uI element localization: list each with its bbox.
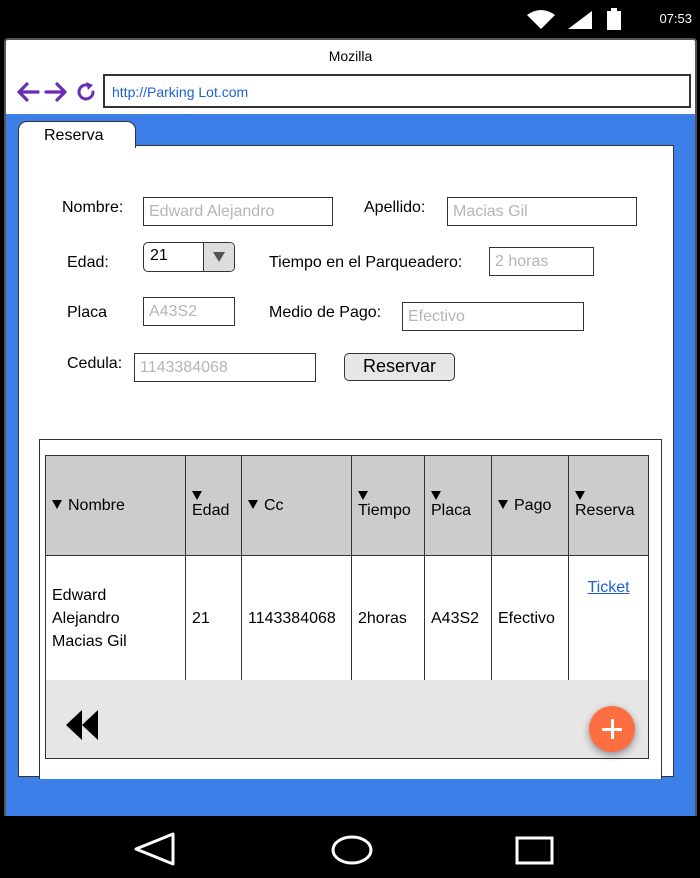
reservar-button[interactable]: Reservar xyxy=(344,353,455,381)
add-button[interactable] xyxy=(589,706,635,752)
cell-placa: A43S2 xyxy=(424,555,492,682)
sort-down-icon xyxy=(358,491,368,500)
placa-label: Placa xyxy=(67,304,108,321)
tab-reserva[interactable]: Reserva xyxy=(18,121,136,148)
column-header-cc[interactable]: Cc xyxy=(241,455,352,556)
cedula-input[interactable]: 1143384068 xyxy=(134,353,316,382)
cell-pago: Efectivo xyxy=(491,555,569,682)
nombre-label: Nombre: xyxy=(62,199,124,216)
arrow-left-icon[interactable] xyxy=(16,80,40,104)
chevron-down-icon[interactable] xyxy=(203,243,234,271)
battery-icon xyxy=(607,8,621,30)
home-icon[interactable] xyxy=(330,834,374,866)
status-bar: 07:53 xyxy=(0,0,700,36)
sort-down-icon xyxy=(575,491,585,500)
column-header-placa[interactable]: Placa xyxy=(424,455,492,556)
edad-select[interactable]: 21 xyxy=(143,242,235,272)
column-header-edad[interactable]: Edad xyxy=(185,455,242,556)
placa-input[interactable]: A43S2 xyxy=(143,297,235,326)
ticket-link[interactable]: Ticket xyxy=(587,579,629,596)
cell-tiempo: 2horas xyxy=(351,555,425,682)
tiempo-label: Tiempo en el Parqueadero: xyxy=(269,254,463,271)
sort-down-icon xyxy=(248,499,258,509)
back-icon[interactable] xyxy=(133,832,175,866)
medio-pago-input[interactable]: Efectivo xyxy=(402,302,584,331)
cell-edad: 21 xyxy=(185,555,242,682)
rewind-icon[interactable] xyxy=(66,710,100,740)
browser-window: Mozilla http://Parking Lot.com Reserva N… xyxy=(4,38,697,816)
wifi-icon xyxy=(527,10,555,29)
sort-down-icon xyxy=(431,491,441,500)
column-header-reserva[interactable]: Reserva xyxy=(568,455,649,556)
apellido-input[interactable]: Macias Gil xyxy=(447,197,637,226)
status-time: 07:53 xyxy=(659,11,692,26)
sort-down-icon xyxy=(498,499,508,509)
signal-icon xyxy=(568,11,592,29)
nombre-input[interactable]: Edward Alejandro xyxy=(143,197,333,226)
reload-icon[interactable] xyxy=(74,80,98,104)
arrow-right-icon[interactable] xyxy=(44,80,68,104)
edad-select-value: 21 xyxy=(150,247,168,264)
column-header-nombre[interactable]: Nombre xyxy=(45,455,186,556)
reservation-panel: Nombre: Edward Alejandro Apellido: Macia… xyxy=(18,145,674,779)
column-header-pago[interactable]: Pago xyxy=(491,455,569,556)
cell-reserva: Ticket xyxy=(568,555,649,682)
apellido-label: Apellido: xyxy=(364,199,426,216)
sort-down-icon xyxy=(192,491,202,500)
tiempo-input[interactable]: 2 horas xyxy=(489,247,594,276)
content-area: Reserva Nombre: Edward Alejandro Apellid… xyxy=(6,114,695,816)
medio-pago-label: Medio de Pago: xyxy=(269,304,382,321)
url-bar[interactable]: http://Parking Lot.com xyxy=(103,74,691,108)
reservations-table-frame: Nombre Edad Cc Tiempo Placa Pago Reserva… xyxy=(39,439,662,779)
table-footer xyxy=(45,680,649,759)
cedula-label: Cedula: xyxy=(67,355,123,372)
browser-title: Mozilla xyxy=(328,48,373,64)
table-row: Edward Alejandro Macias Gil 21 114338406… xyxy=(45,555,649,682)
edad-label: Edad: xyxy=(67,254,109,271)
column-header-tiempo[interactable]: Tiempo xyxy=(351,455,425,556)
recent-apps-icon[interactable] xyxy=(515,836,555,866)
cell-cc: 1143384068 xyxy=(241,555,352,682)
reservations-table: Nombre Edad Cc Tiempo Placa Pago Reserva… xyxy=(45,455,649,682)
android-nav-bar xyxy=(0,816,700,878)
cell-nombre: Edward Alejandro Macias Gil xyxy=(45,555,186,682)
sort-down-icon xyxy=(52,499,62,509)
